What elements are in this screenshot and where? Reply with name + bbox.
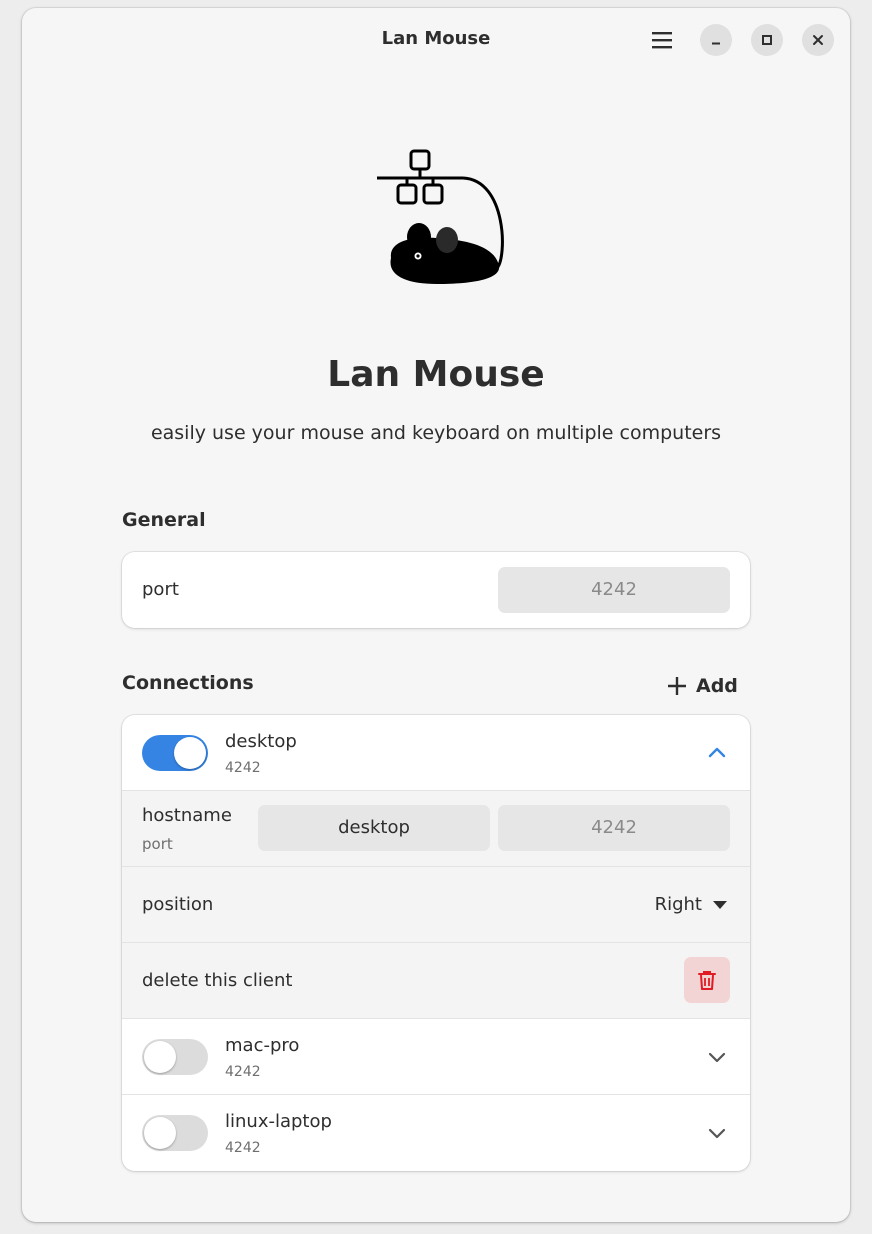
hostname-port-label: port xyxy=(142,835,173,853)
client-name: mac-pro xyxy=(225,1035,300,1056)
minimize-button[interactable] xyxy=(700,24,732,56)
client-enable-switch[interactable] xyxy=(142,1039,208,1075)
chevron-down-icon[interactable] xyxy=(706,1122,728,1144)
client-name: linux-laptop xyxy=(225,1111,332,1132)
switch-knob xyxy=(144,1117,176,1149)
delete-client-button[interactable] xyxy=(684,957,730,1003)
app-logo-icon xyxy=(377,149,504,284)
app-logo xyxy=(367,148,507,292)
open-menu-icon xyxy=(652,32,672,49)
port-row: port 4242 xyxy=(122,552,750,628)
client-port: 4242 xyxy=(225,1064,261,1080)
dropdown-arrow-icon xyxy=(713,900,727,909)
app-window: Lan Mouse Lan Mouse easily use your mous… xyxy=(22,8,850,1222)
maximize-button[interactable] xyxy=(751,24,783,56)
general-section-title: General xyxy=(122,509,206,531)
client-row-mac-pro[interactable]: mac-pro 4242 xyxy=(122,1019,750,1095)
hostname-label: hostname xyxy=(142,805,232,826)
client-port: 4242 xyxy=(225,760,261,776)
position-label: position xyxy=(142,894,214,915)
general-card: port 4242 xyxy=(122,552,750,628)
hostname-input[interactable]: desktop xyxy=(258,805,490,851)
port-input[interactable]: 4242 xyxy=(498,567,730,613)
position-value: Right xyxy=(654,894,702,915)
chevron-down-icon[interactable] xyxy=(706,1046,728,1068)
window-close-icon xyxy=(813,35,823,45)
close-button[interactable] xyxy=(802,24,834,56)
hostname-row: hostname port desktop 4242 xyxy=(122,791,750,867)
app-title: Lan Mouse xyxy=(327,354,545,395)
add-client-label: Add xyxy=(696,675,738,697)
connections-section-title: Connections xyxy=(122,672,254,694)
connections-card: desktop 4242 hostname port desktop 4242 … xyxy=(122,715,750,1171)
client-port-input[interactable]: 4242 xyxy=(498,805,730,851)
client-row-linux-laptop[interactable]: linux-laptop 4242 xyxy=(122,1095,750,1171)
window-minimize-icon xyxy=(712,42,720,45)
client-port: 4242 xyxy=(225,1140,261,1156)
client-enable-switch[interactable] xyxy=(142,735,208,771)
add-icon xyxy=(668,677,686,695)
add-client-button[interactable]: Add xyxy=(666,672,738,700)
window-maximize-icon xyxy=(762,35,772,45)
trash-icon xyxy=(698,971,716,990)
delete-label: delete this client xyxy=(142,970,293,991)
delete-row: delete this client xyxy=(122,943,750,1019)
app-subtitle: easily use your mouse and keyboard on mu… xyxy=(150,422,722,444)
client-name: desktop xyxy=(225,731,297,752)
client-row-desktop[interactable]: desktop 4242 xyxy=(122,715,750,791)
client-enable-switch[interactable] xyxy=(142,1115,208,1151)
main-menu-button[interactable] xyxy=(648,28,676,52)
position-dropdown[interactable]: Right xyxy=(655,894,728,915)
switch-knob xyxy=(144,1041,176,1073)
chevron-up-icon[interactable] xyxy=(706,741,728,763)
position-row: position Right xyxy=(122,867,750,943)
port-label: port xyxy=(142,579,179,600)
switch-knob xyxy=(174,737,206,769)
header-bar: Lan Mouse xyxy=(22,8,850,72)
